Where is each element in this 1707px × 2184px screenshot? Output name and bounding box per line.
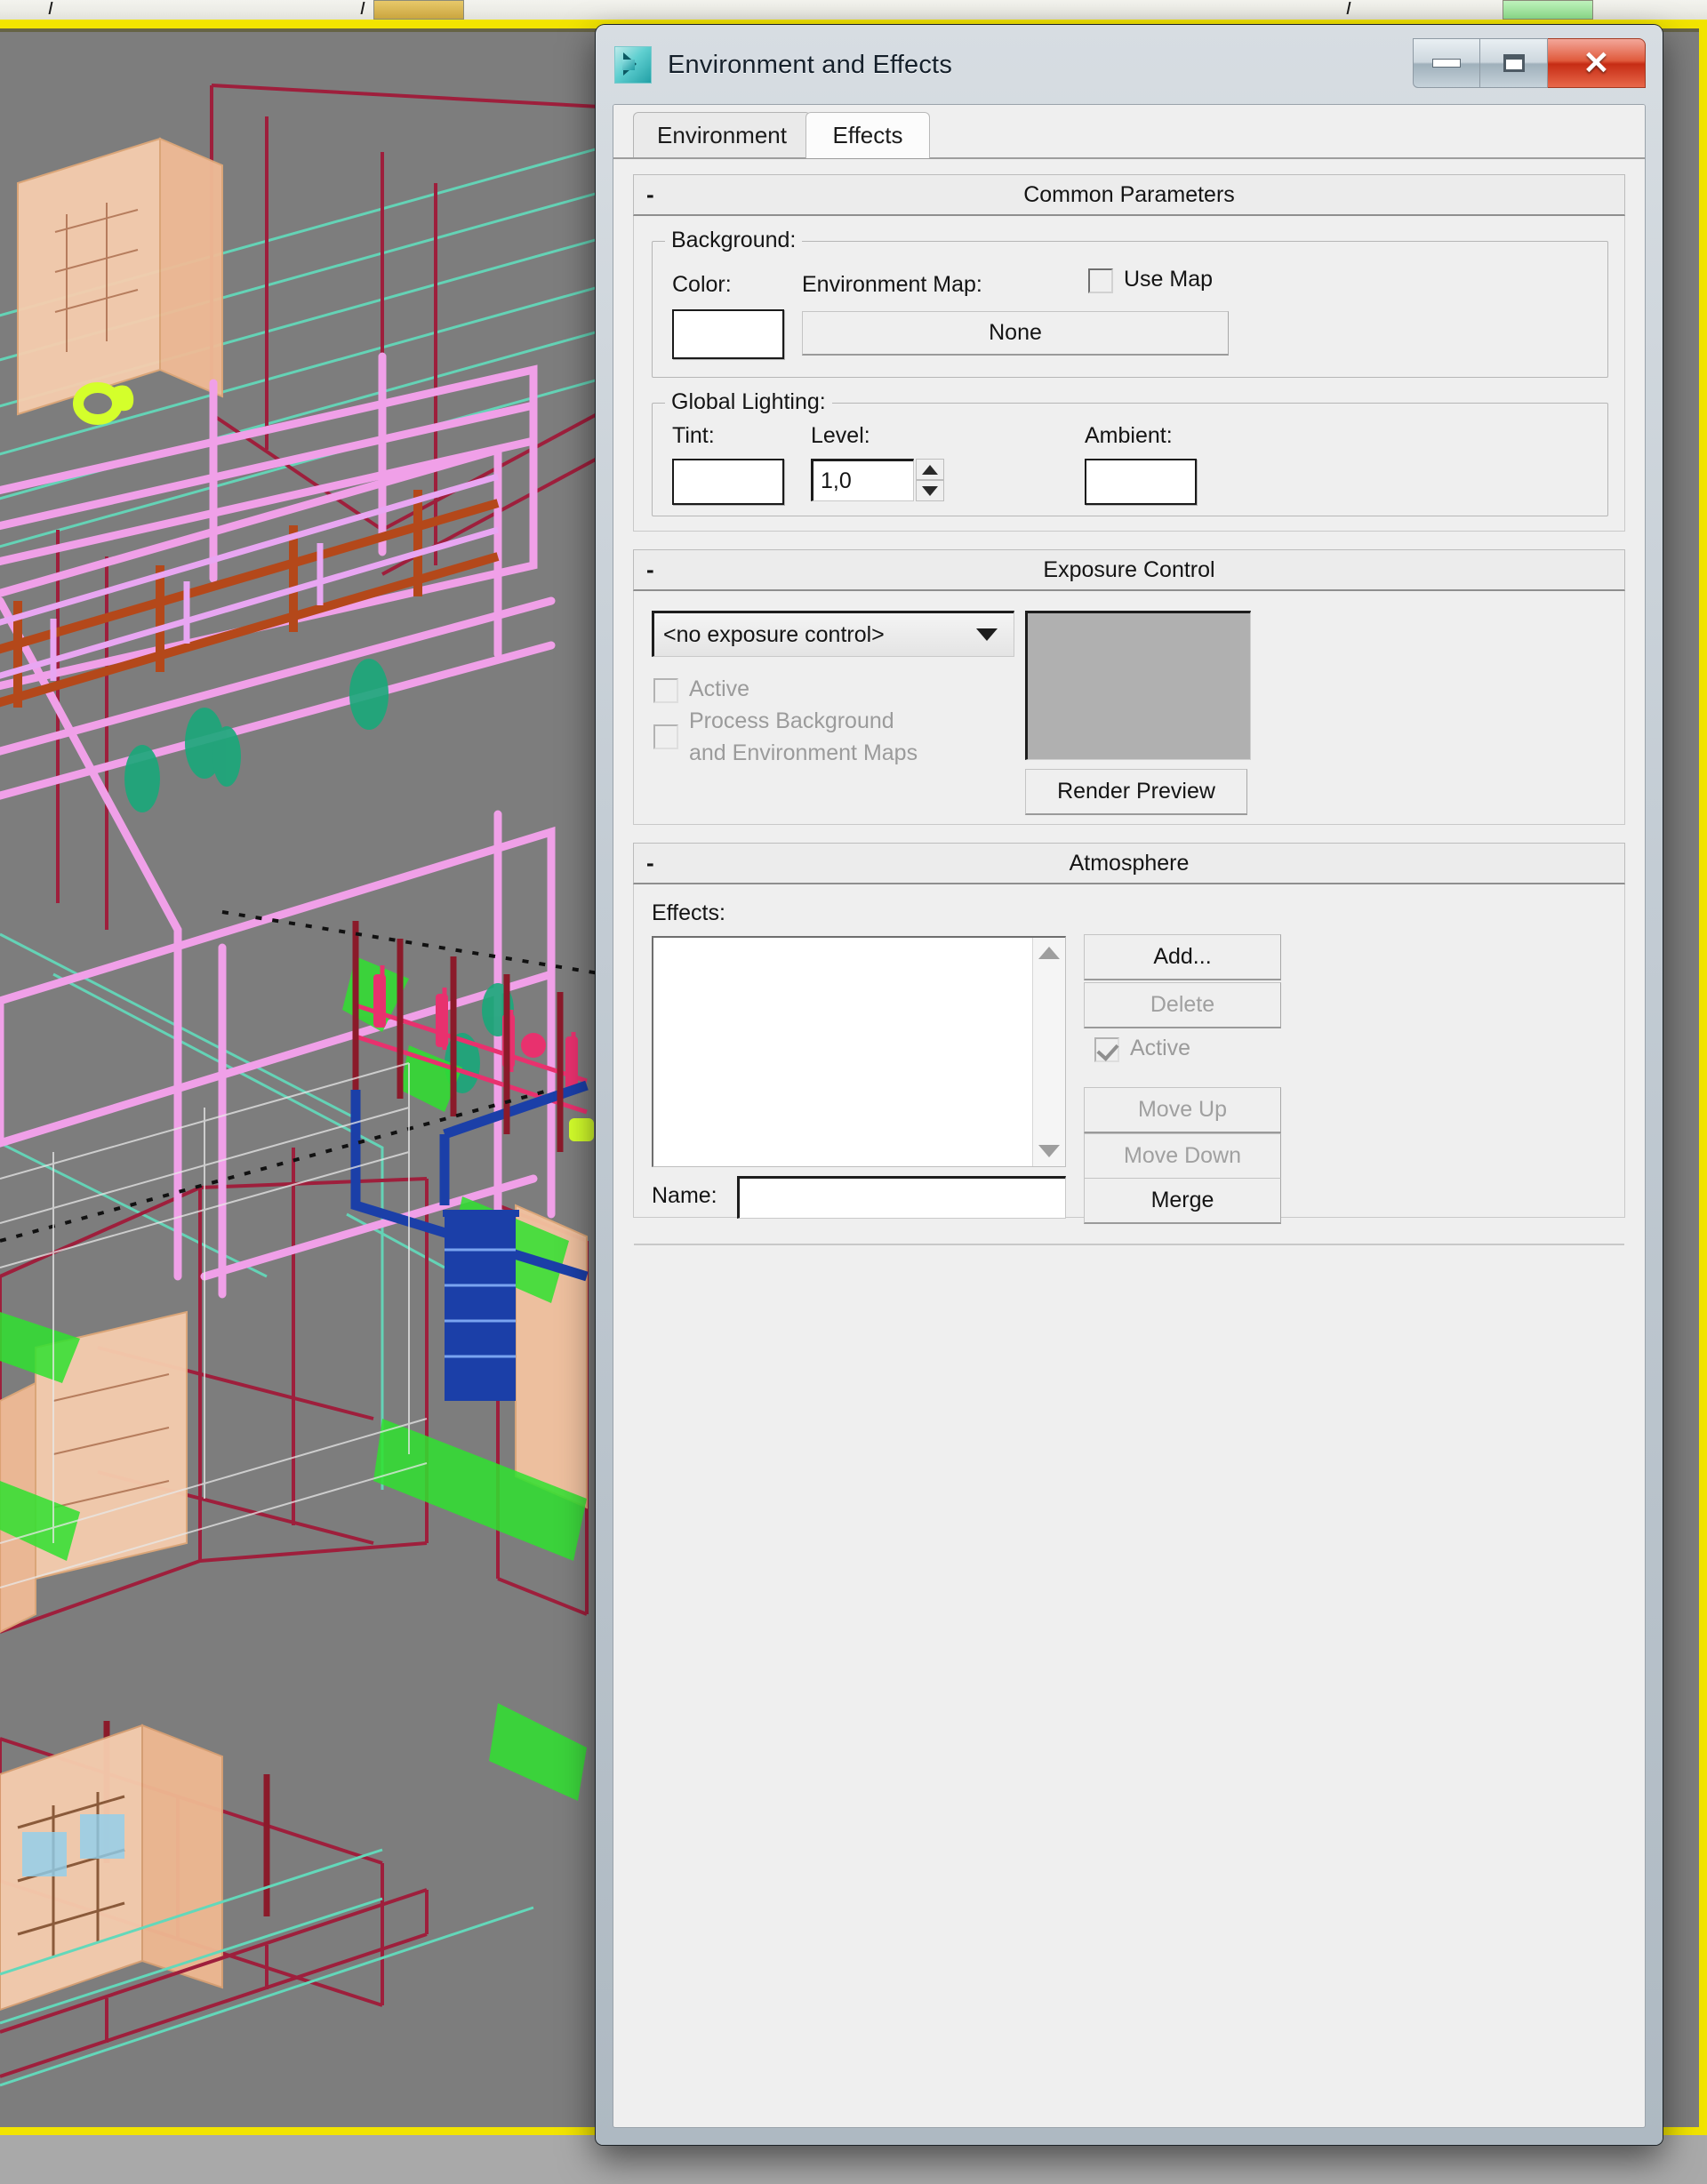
effects-list-label: Effects:	[652, 900, 725, 925]
rollout-exposure-control-title: Exposure Control	[1043, 556, 1215, 582]
atmosphere-effects-list[interactable]	[652, 936, 1066, 1167]
toolbar-swatch-green[interactable]	[1503, 0, 1593, 20]
ambient-color-swatch[interactable]	[1085, 459, 1197, 505]
dialog-frame: Environment and Effects ✕ Environment Ef…	[600, 29, 1658, 2140]
atmosphere-add-label: Add...	[1153, 944, 1212, 969]
environment-map-button-label: None	[989, 320, 1042, 345]
process-background-label-line2: and Environment Maps	[689, 740, 918, 765]
rollout-collapse-icon: -	[646, 849, 654, 876]
toolbar-swatch-gold[interactable]	[373, 0, 464, 20]
atmosphere-move-up-label: Move Up	[1137, 1097, 1228, 1122]
use-map-checkbox[interactable]	[1088, 268, 1113, 293]
minimize-icon	[1432, 59, 1461, 68]
viewport-active-border-right	[1699, 20, 1707, 2144]
tab-environment[interactable]: Environment	[633, 112, 811, 158]
rollout-collapse-icon: -	[646, 180, 654, 208]
render-preview-label: Render Preview	[1057, 779, 1215, 804]
scroll-up-icon[interactable]	[1038, 947, 1060, 959]
rollout-atmosphere-body: Effects: Add... Delete Active Move Up Mo…	[633, 884, 1625, 1245]
atmosphere-delete-button[interactable]: Delete	[1084, 982, 1281, 1028]
chevron-down-icon	[976, 628, 998, 641]
toolbar-strip	[0, 0, 1707, 20]
dialog-title: Environment and Effects	[668, 50, 953, 79]
rollout-atmosphere-title: Atmosphere	[1069, 850, 1190, 876]
atmosphere-bottom-separator	[634, 1244, 1624, 1245]
background-color-swatch[interactable]	[672, 309, 784, 359]
exposure-preview-thumbnail[interactable]	[1025, 611, 1251, 760]
tint-label: Tint:	[672, 423, 715, 448]
level-spinner[interactable]	[916, 459, 944, 501]
rollout-common-parameters-header[interactable]: - Common Parameters	[633, 174, 1625, 216]
atmosphere-list-scrollbar[interactable]	[1032, 938, 1065, 1166]
atmosphere-name-input[interactable]	[737, 1176, 1066, 1219]
max-environment-icon	[614, 46, 652, 84]
atmosphere-move-up-button[interactable]: Move Up	[1084, 1087, 1281, 1133]
level-spinner-down[interactable]	[916, 480, 944, 501]
ambient-label: Ambient:	[1085, 423, 1173, 448]
environment-map-label: Environment Map:	[802, 272, 982, 297]
atmosphere-delete-label: Delete	[1150, 992, 1215, 1017]
group-global-lighting: Global Lighting: Tint: Level: 1,0 Ambien…	[652, 389, 1608, 516]
atmosphere-active-checkbox[interactable]	[1094, 1037, 1119, 1062]
exposure-control-selected: <no exposure control>	[663, 621, 885, 647]
exposure-control-dropdown[interactable]: <no exposure control>	[652, 611, 1014, 657]
minimize-button[interactable]	[1413, 38, 1480, 88]
tab-effects-label: Effects	[832, 122, 903, 148]
environment-map-button[interactable]: None	[802, 311, 1229, 356]
render-preview-button[interactable]: Render Preview	[1025, 769, 1247, 815]
group-global-lighting-label: Global Lighting:	[665, 389, 832, 415]
level-label: Level:	[811, 423, 870, 448]
window-controls: ✕	[1413, 38, 1646, 88]
maximize-button[interactable]	[1480, 38, 1548, 88]
rollout-common-parameters: - Common Parameters Background: Color: E…	[633, 174, 1625, 532]
rollout-common-parameters-body: Background: Color: Environment Map: None…	[633, 216, 1625, 532]
rollout-exposure-control-header[interactable]: - Exposure Control	[633, 549, 1625, 591]
close-button[interactable]: ✕	[1548, 38, 1646, 88]
level-spinner-up[interactable]	[916, 459, 944, 480]
process-background-label-line1: Process Background	[689, 708, 894, 733]
group-background: Background: Color: Environment Map: None…	[652, 228, 1608, 378]
level-input[interactable]: 1,0	[811, 459, 914, 501]
exposure-active-checkbox[interactable]	[653, 678, 678, 703]
group-background-label: Background:	[665, 228, 803, 253]
background-color-label: Color:	[672, 272, 732, 297]
tab-separator	[613, 157, 1645, 159]
tint-color-swatch[interactable]	[672, 459, 784, 505]
rollout-atmosphere-header[interactable]: - Atmosphere	[633, 843, 1625, 884]
dialog-content-panel: Environment Effects - Common Parameters	[613, 104, 1646, 2128]
tab-environment-label: Environment	[657, 122, 787, 148]
scroll-down-icon[interactable]	[1038, 1145, 1060, 1157]
atmosphere-merge-button[interactable]: Merge	[1084, 1178, 1281, 1224]
rollout-exposure-control-body: <no exposure control> Active Process Bac…	[633, 591, 1625, 825]
exposure-active-label: Active	[689, 676, 750, 701]
atmosphere-active-label: Active	[1130, 1036, 1191, 1060]
chevron-up-icon	[922, 464, 938, 475]
use-map-label: Use Map	[1124, 267, 1214, 292]
close-icon: ✕	[1583, 45, 1610, 81]
maximize-icon	[1503, 54, 1525, 72]
atmosphere-name-label: Name:	[652, 1183, 717, 1208]
tab-effects[interactable]: Effects	[805, 112, 930, 158]
chevron-down-icon	[922, 485, 938, 496]
tab-bar: Environment Effects	[613, 105, 1645, 159]
3dsmax-app-window: Environment and Effects ✕ Environment Ef…	[0, 0, 1707, 2184]
atmosphere-move-down-button[interactable]: Move Down	[1084, 1133, 1281, 1180]
dialog-titlebar[interactable]: Environment and Effects ✕	[607, 33, 1651, 97]
rollout-exposure-control: - Exposure Control <no exposure control>…	[633, 549, 1625, 825]
atmosphere-move-down-label: Move Down	[1124, 1143, 1241, 1168]
rollout-common-parameters-title: Common Parameters	[1023, 181, 1235, 207]
rollout-collapse-icon: -	[646, 556, 654, 583]
environment-and-effects-dialog: Environment and Effects ✕ Environment Ef…	[596, 25, 1663, 2145]
rollout-atmosphere: - Atmosphere Effects: Add... Delete Acti…	[633, 843, 1625, 1245]
process-background-checkbox[interactable]	[653, 724, 678, 749]
atmosphere-merge-label: Merge	[1150, 1188, 1214, 1212]
level-value: 1,0	[821, 468, 852, 493]
atmosphere-add-button[interactable]: Add...	[1084, 934, 1281, 980]
